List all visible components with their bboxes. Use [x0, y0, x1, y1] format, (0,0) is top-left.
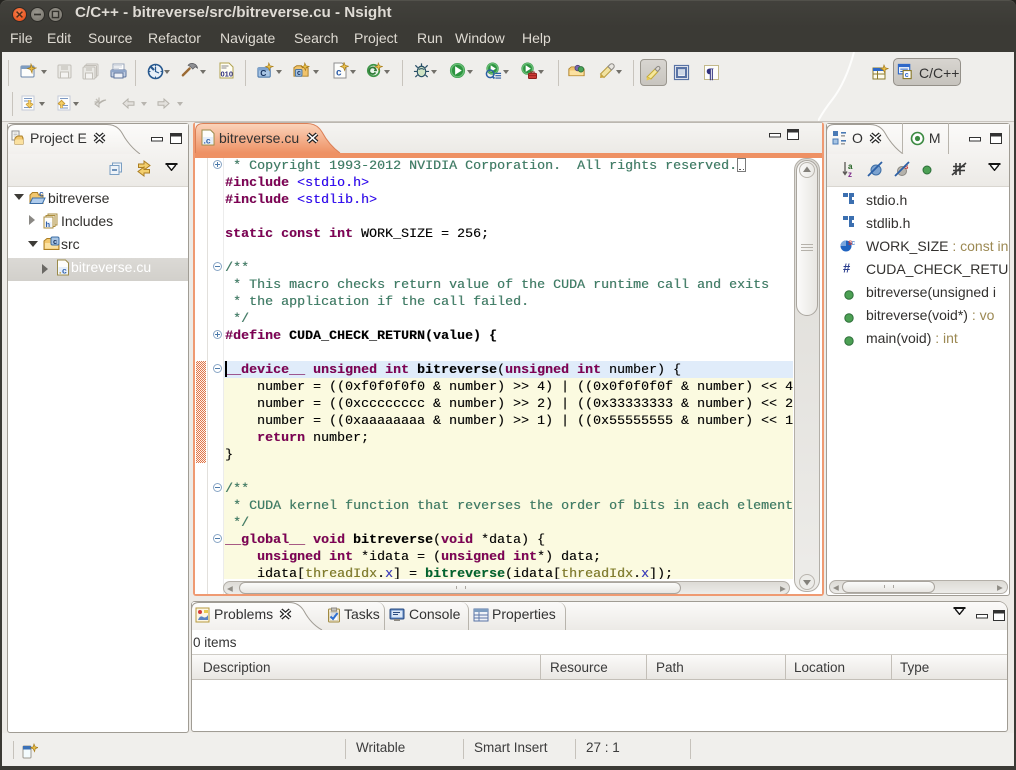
svg-text:c: c: [297, 69, 301, 77]
svg-text:c: c: [336, 68, 342, 79]
svg-text:.c: .c: [204, 136, 211, 146]
svg-text:h: h: [46, 220, 51, 229]
svg-text:c: c: [39, 190, 44, 199]
svg-text:C: C: [260, 68, 266, 78]
svg-text:010: 010: [221, 70, 234, 79]
svg-text:c: c: [905, 71, 909, 79]
svg-text:c: c: [852, 240, 856, 247]
svg-text:#: #: [843, 261, 851, 274]
svg-text:¶: ¶: [706, 66, 714, 81]
svg-text:c: c: [62, 266, 67, 276]
svg-text:z: z: [848, 170, 852, 178]
svg-text:c: c: [53, 237, 57, 246]
